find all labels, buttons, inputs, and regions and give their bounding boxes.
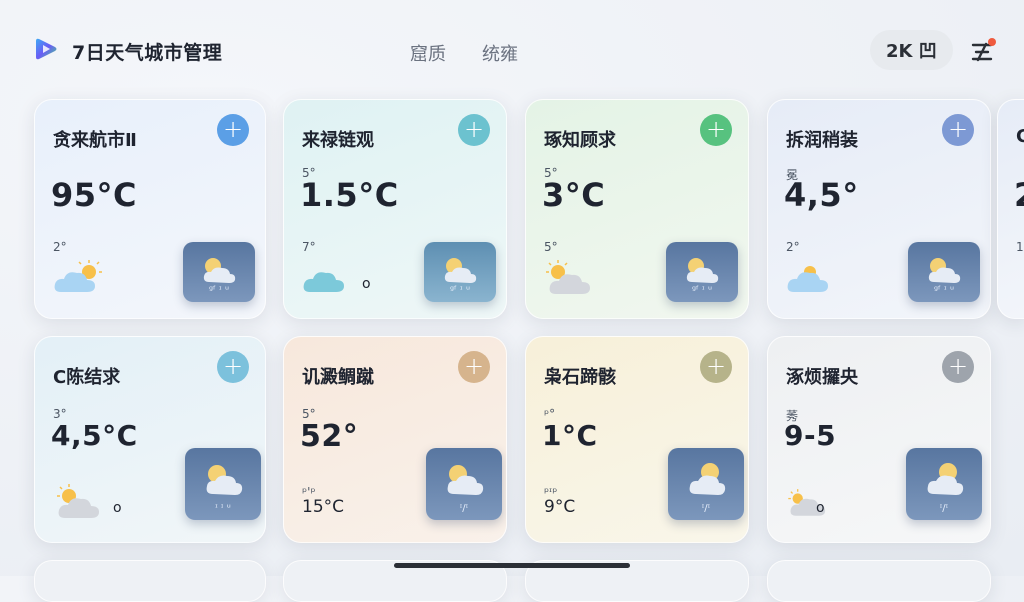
current-temp: 1.5°C — [300, 176, 399, 214]
low-temp-value: 9°C — [544, 497, 576, 517]
city-name: 拆润稍装 — [786, 130, 858, 151]
add-city-button[interactable]: + — [217, 351, 249, 383]
weather-thumbnail: ᵍᶠ ᶦ ᵘ — [666, 242, 738, 302]
cloud-icon — [303, 272, 344, 292]
header: 7日天气城市管理 窟质 统雍 2K 凹 — [0, 0, 1024, 100]
city-card[interactable]: 枭石蹄骸 + ᵖ° 1°C ᵖᶦᵖ 9°C ᶦ/ᶦ — [525, 336, 749, 543]
low-temp: 1 — [1016, 240, 1024, 254]
city-name: 枭石蹄骸 — [544, 367, 616, 388]
current-temp: 52° — [300, 419, 359, 454]
tile-caption: ᵍᶠ ᶦ ᵘ — [208, 285, 230, 296]
city-name: 贪来航市Ⅱ — [53, 130, 137, 151]
resolution-label: 2K 凹 — [886, 41, 937, 62]
top-tabs: 窟质 统雍 — [410, 40, 518, 66]
weather-thumbnail: ᶦ/ᶦ — [668, 448, 744, 520]
weather-thumbnail: ᶦ/ᶦ — [906, 448, 982, 520]
add-city-button[interactable]: + — [942, 114, 974, 146]
current-temp: 3°C — [542, 176, 606, 214]
tile-caption: ᶦ/ᶦ — [701, 503, 711, 514]
tile-caption: ᵍᶠ ᶦ ᵘ — [691, 285, 713, 296]
current-temp: 4,5°C — [51, 419, 138, 452]
add-city-button[interactable]: + — [217, 114, 249, 146]
weather-thumbnail: ᵍᶠ ᶦ ᵘ — [908, 242, 980, 302]
add-city-button[interactable]: + — [458, 114, 490, 146]
weather-thumbnail: ᶦ ᶦ ᵘ — [185, 448, 261, 520]
icon-caption: o — [113, 500, 122, 516]
weather-thumbnail: ᶦ/ᶦ — [426, 448, 502, 520]
city-name: C陈结求 — [53, 367, 121, 388]
add-city-button[interactable]: + — [458, 351, 490, 383]
tile-caption: ᶦ ᶦ ᵘ — [215, 503, 231, 514]
app-logo-icon — [36, 38, 57, 60]
tile-caption: ᵍᶠ ᶦ ᵘ — [449, 285, 471, 296]
tile-caption: ᵍᶠ ᶦ ᵘ — [933, 285, 955, 296]
sort-menu-button[interactable] — [966, 36, 998, 68]
icon-caption: o — [816, 500, 825, 516]
partly-cloudy-icon — [788, 489, 826, 516]
tab-1[interactable]: 窟质 — [410, 40, 446, 66]
city-name: 讥澱鲷蹴 — [302, 367, 374, 388]
city-card[interactable]: 来禄链观 + 5° 1.5°C 7° o ᵍᶠ ᶦ ᵘ — [283, 99, 507, 319]
current-temp: 9-5 — [784, 419, 837, 452]
add-city-button[interactable]: + — [942, 351, 974, 383]
city-card[interactable]: 琢知顾求 + 5° 3°C 5° ᵍᶠ ᶦ ᵘ — [525, 99, 749, 319]
resolution-button[interactable]: 2K 凹 — [870, 30, 953, 70]
city-name: 来禄链观 — [302, 130, 374, 151]
tile-caption: ᶦ/ᶦ — [459, 503, 469, 514]
app-title: 7日天气城市管理 — [72, 42, 223, 64]
current-temp: 2 — [1014, 176, 1024, 214]
current-temp: 95°C — [51, 176, 138, 214]
partly-cloudy-icon — [546, 260, 590, 294]
city-name: 涿烦攞央 — [786, 367, 858, 388]
tile-caption: ᶦ/ᶦ — [939, 503, 949, 514]
city-card[interactable]: 拆润稍装 + 冕 4,5° 2° ᵍᶠ ᶦ ᵘ — [767, 99, 991, 319]
current-temp: 1°C — [542, 419, 598, 452]
low-temp-value: 15°C — [302, 497, 345, 517]
city-card-partial[interactable]: C 2 1 — [997, 99, 1024, 319]
partly-cloudy-icon — [54, 260, 102, 292]
city-card-peek[interactable] — [34, 560, 266, 602]
low-temp: 2° — [786, 240, 800, 254]
low-temp: 2° — [53, 240, 67, 254]
partly-cloudy-icon — [787, 266, 828, 292]
icon-caption: o — [362, 276, 371, 292]
city-card[interactable]: 涿烦攞央 + 莠 9-5 o ᶦ/ᶦ — [767, 336, 991, 543]
add-city-button[interactable]: + — [700, 114, 732, 146]
current-temp: 4,5° — [784, 176, 859, 214]
city-card[interactable]: 讥澱鲷蹴 + 5° 52° ᵖ'ᵖ 15°C ᶦ/ᶦ — [283, 336, 507, 543]
partly-cloudy-icon — [57, 484, 99, 518]
home-indicator[interactable] — [394, 563, 630, 568]
city-card[interactable]: C陈结求 + 3° 4,5°C o ᶦ ᶦ ᵘ — [34, 336, 266, 543]
low-temp: 7° — [302, 240, 316, 254]
tab-2[interactable]: 统雍 — [482, 40, 518, 66]
city-name: C — [1016, 126, 1024, 147]
add-city-button[interactable]: + — [700, 351, 732, 383]
notification-dot — [988, 38, 996, 46]
weather-thumbnail: ᵍᶠ ᶦ ᵘ — [424, 242, 496, 302]
city-card-peek[interactable] — [767, 560, 991, 602]
low-temp: 5° — [544, 240, 558, 254]
city-card[interactable]: 贪来航市Ⅱ + 95°C 2° ᵍᶠ ᶦ ᵘ — [34, 99, 266, 319]
city-name: 琢知顾求 — [544, 130, 616, 151]
weather-thumbnail: ᵍᶠ ᶦ ᵘ — [183, 242, 255, 302]
